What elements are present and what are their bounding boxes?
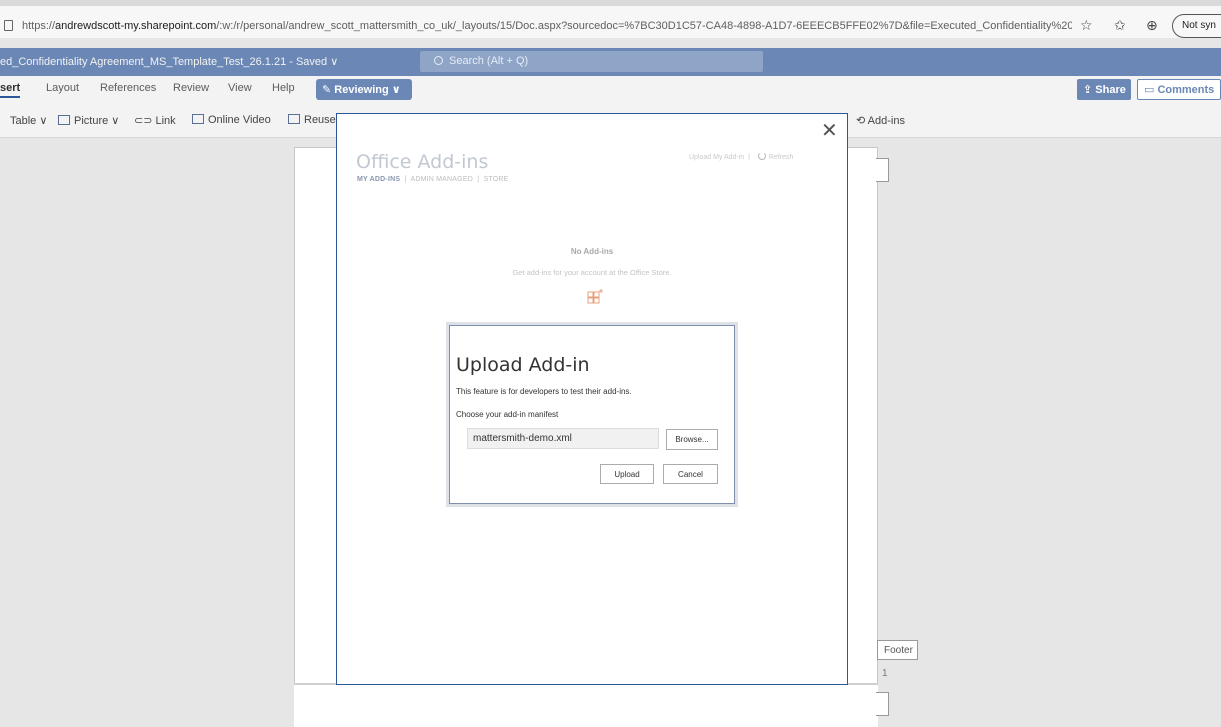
refresh-link[interactable]: Refresh — [769, 154, 794, 161]
url-path: /:w:/r/personal/andrew_scott_mattersmith… — [216, 20, 1072, 32]
url-scheme: https:// — [22, 20, 56, 32]
margin-indicator — [876, 692, 889, 716]
search-box[interactable]: Search (Alt + Q) — [420, 51, 763, 72]
document-title[interactable]: ed_Confidentiality Agreement_MS_Template… — [0, 55, 338, 68]
tab-insert[interactable]: sert — [0, 82, 21, 98]
cancel-button[interactable]: Cancel — [663, 464, 718, 484]
tab-admin-managed[interactable]: ADMIN MANAGED — [410, 176, 473, 183]
url-host: andrewdscott-my.sharepoint.com — [55, 20, 217, 32]
empty-subtext: Get add-ins for your account at the Offi… — [512, 268, 672, 277]
reviewing-icon: ✎ — [322, 84, 335, 96]
page-info-icon[interactable] — [4, 20, 13, 31]
upload-add-in-dialog: Upload Add-in This feature is for develo… — [449, 325, 735, 504]
online-video-label: Online Video — [208, 114, 271, 126]
link-icon: ⊂⊃ — [134, 115, 156, 127]
sync-status-button[interactable]: Not syn — [1172, 14, 1221, 38]
store-add-icon[interactable] — [587, 288, 603, 304]
add-ins-title: Office Add-ins — [356, 151, 489, 173]
link-button[interactable]: ⊂⊃ Link — [134, 114, 176, 127]
add-ins-button[interactable]: ⟲ Add-ins — [856, 114, 905, 127]
upload-my-add-in-link[interactable]: Upload My Add-in — [689, 154, 744, 161]
tab-view[interactable]: View — [228, 82, 252, 94]
reuse-icon — [288, 114, 300, 124]
search-icon — [434, 56, 443, 65]
add-ins-nav: MY ADD-INS | ADMIN MANAGED | STORE — [357, 176, 509, 183]
reuse-label: Reuse — [304, 114, 336, 126]
tab-layout[interactable]: Layout — [46, 82, 79, 94]
browse-button[interactable]: Browse... — [666, 429, 718, 450]
manifest-file-input[interactable]: mattersmith-demo.xml — [467, 428, 659, 449]
add-ins-label: Add-ins — [867, 115, 905, 127]
online-video-button[interactable]: Online Video — [192, 114, 271, 126]
upload-dialog-title: Upload Add-in — [456, 354, 590, 376]
picture-icon — [58, 115, 70, 125]
share-label: Share — [1095, 84, 1126, 96]
favorites-list-icon[interactable]: ✩ — [1114, 17, 1126, 34]
reviewing-label: Reviewing ∨ — [334, 84, 401, 96]
browser-address-bar: https://andrewdscott-my.sharepoint.com/:… — [0, 0, 1221, 38]
reuse-button[interactable]: Reuse — [288, 114, 336, 126]
comments-icon: ▭ — [1144, 84, 1158, 96]
refresh-icon[interactable] — [757, 152, 766, 160]
comments-label: Comments — [1157, 84, 1215, 96]
ribbon-tabs: sert Layout References Review View Help … — [0, 76, 1221, 104]
picture-button[interactable]: Picture ∨ — [58, 114, 119, 127]
share-icon: ⇪ — [1083, 84, 1096, 96]
add-ins-icon: ⟲ — [856, 115, 868, 127]
comments-button[interactable]: ▭ Comments — [1137, 79, 1221, 100]
tab-store[interactable]: STORE — [484, 176, 509, 183]
dialog-links: Upload My Add-in | Refresh — [689, 152, 794, 161]
favorite-add-icon[interactable]: ☆ — [1080, 17, 1093, 34]
empty-heading: No Add-ins — [570, 247, 614, 256]
app-title-bar: ed_Confidentiality Agreement_MS_Template… — [0, 48, 1221, 76]
share-button[interactable]: ⇪ Share — [1077, 79, 1131, 100]
tab-my-add-ins[interactable]: MY ADD-INS — [357, 176, 400, 183]
video-icon — [192, 114, 204, 124]
tab-review[interactable]: Review — [173, 82, 209, 94]
tab-references[interactable]: References — [100, 82, 156, 94]
page-number: 1 — [882, 668, 888, 679]
upload-button[interactable]: Upload — [600, 464, 654, 484]
choose-manifest-label: Choose your add-in manifest — [456, 410, 559, 419]
next-page[interactable] — [294, 683, 878, 727]
close-icon[interactable]: ✕ — [821, 118, 838, 143]
tab-help[interactable]: Help — [272, 82, 295, 94]
margin-indicator — [876, 158, 889, 182]
table-button[interactable]: Table ∨ — [10, 114, 47, 127]
search-placeholder: Search (Alt + Q) — [449, 55, 529, 67]
address-url[interactable]: https://andrewdscott-my.sharepoint.com/:… — [22, 20, 1072, 32]
upload-dialog-description: This feature is for developers to test t… — [456, 387, 632, 396]
picture-label: Picture ∨ — [74, 115, 120, 127]
link-label: Link — [155, 115, 176, 127]
footer-label[interactable]: Footer — [877, 640, 918, 660]
reviewing-mode-button[interactable]: ✎ Reviewing ∨ — [316, 79, 412, 100]
collections-icon[interactable]: ⊕ — [1146, 17, 1158, 34]
